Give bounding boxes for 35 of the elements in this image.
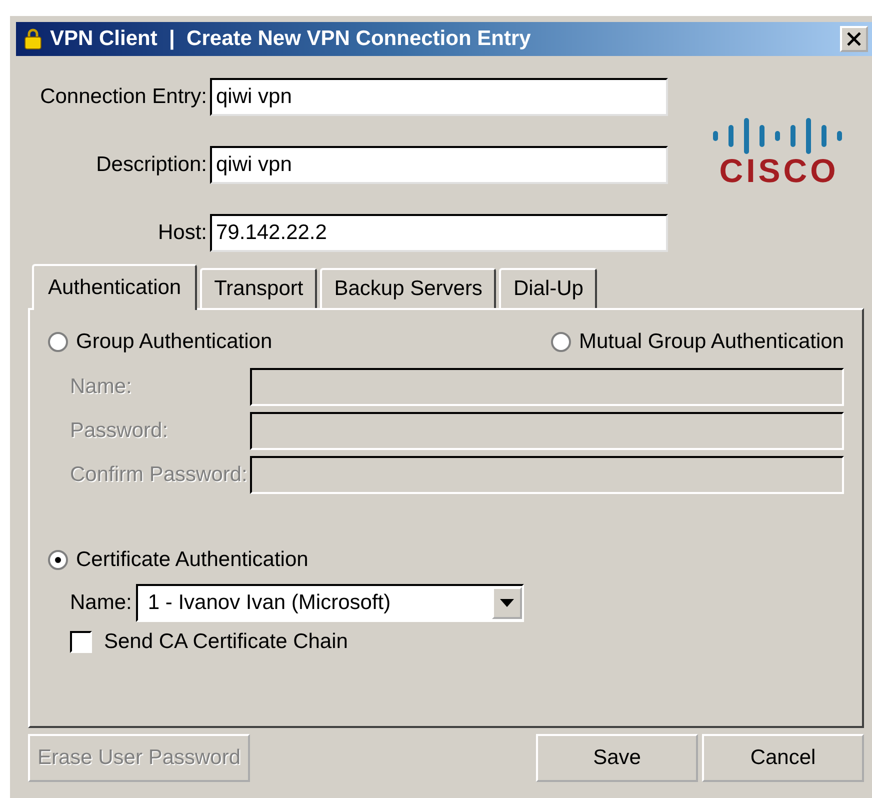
field-label: Host: [158,221,207,245]
dialog-button[interactable]: Cancel [702,734,864,782]
input-field[interactable] [250,456,844,494]
field-label: Name: [70,375,133,399]
field-label: Connection Entry: [40,85,207,109]
input-field[interactable] [250,412,844,450]
input-field[interactable]: qiwi vpn [210,78,668,116]
input-field[interactable]: 79.142.22.2 [210,214,668,252]
dropdown[interactable]: 1 - Ivanov Ivan (Microsoft) [136,584,524,622]
tab[interactable]: Authentication [32,264,198,310]
field-label: Name: [70,591,132,615]
field-label: Confirm Password: [70,463,248,487]
input-field[interactable] [250,368,844,406]
radio-option[interactable]: Certificate Authentication [48,548,308,572]
close-button[interactable] [840,26,868,52]
tab[interactable]: Transport [200,268,318,308]
radio-button[interactable] [48,550,68,570]
window-title: VPN Client | Create New VPN Connection Entry [50,27,532,51]
radio-option[interactable]: Mutual Group Authentication [550,330,844,354]
dropdown-value: 1 - Ivanov Ivan (Microsoft) [148,591,391,615]
logo-text: CISCO [719,154,839,187]
radio-option[interactable]: Group Authentication [48,330,272,354]
checkbox[interactable] [70,631,92,653]
radio-button[interactable] [48,332,68,352]
field-label: Description: [96,153,207,177]
radio-button[interactable] [550,332,571,352]
close-icon [846,31,862,47]
checkbox-label: Send CA Certificate Chain [104,630,348,654]
tab[interactable]: Dial-Up [499,268,598,308]
lock-icon [24,28,42,50]
caret-icon [492,587,522,619]
dialog-button[interactable]: Save [536,734,698,782]
field-label: Password: [70,419,170,443]
input-field[interactable]: qiwi vpn [210,146,668,184]
tab[interactable]: Backup Servers [320,268,496,308]
